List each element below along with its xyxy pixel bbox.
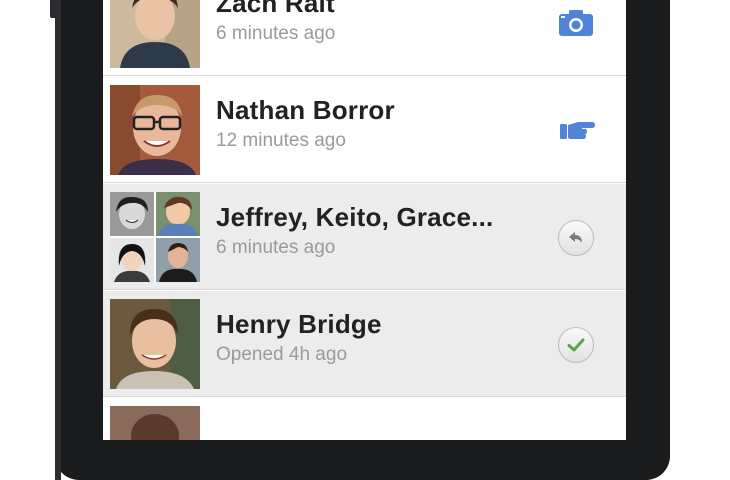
avatar	[110, 0, 200, 68]
contact-name: Zach Rait	[216, 0, 335, 18]
timestamp: 6 minutes ago	[216, 23, 336, 44]
contact-name: Nathan Borror	[216, 95, 395, 125]
reply-arrow-icon	[558, 220, 594, 256]
avatar	[156, 238, 200, 282]
group-avatar	[110, 192, 200, 282]
camera-icon[interactable]	[556, 4, 596, 44]
checkmark-icon	[558, 327, 594, 363]
conversation-row[interactable]: Henry Bridge Opened 4h ago	[103, 291, 626, 397]
conversation-row[interactable]: Zach Rait 6 minutes ago	[103, 0, 626, 76]
inbox-screen: Zach Rait 6 minutes ago Nathan Borror 12…	[103, 0, 626, 440]
avatar	[110, 192, 154, 236]
phone-frame-edge	[55, 0, 61, 480]
avatar	[110, 238, 154, 282]
reply-button[interactable]	[556, 218, 596, 258]
timestamp: 6 minutes ago	[216, 237, 336, 258]
conversation-row[interactable]	[103, 398, 626, 440]
timestamp: 12 minutes ago	[216, 130, 346, 151]
contact-name: Jeffrey, Keito, Grace...	[216, 202, 494, 232]
timestamp: Opened 4h ago	[216, 344, 348, 365]
opened-status[interactable]	[556, 325, 596, 365]
avatar	[110, 406, 200, 440]
avatar	[110, 299, 200, 389]
pointing-hand-icon[interactable]	[556, 111, 596, 151]
conversation-row[interactable]: Nathan Borror 12 minutes ago	[103, 77, 626, 183]
conversation-row[interactable]: Jeffrey, Keito, Grace... 6 minutes ago	[103, 184, 626, 290]
avatar	[110, 85, 200, 175]
avatar	[156, 192, 200, 236]
phone-side-button	[50, 0, 57, 18]
contact-name: Henry Bridge	[216, 309, 382, 339]
